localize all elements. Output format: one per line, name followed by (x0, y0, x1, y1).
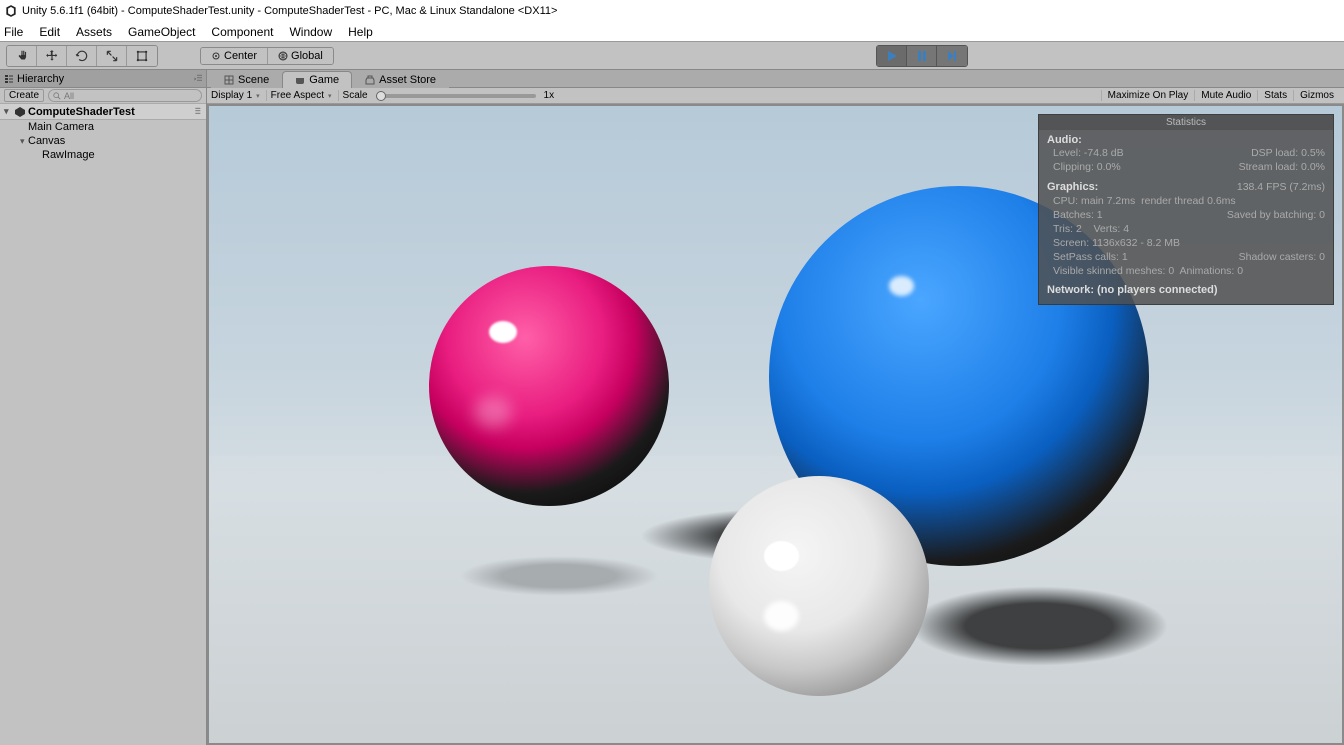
stats-screen: Screen: 1136x632 - 8.2 MB (1053, 236, 1180, 250)
scale-tool[interactable] (97, 46, 127, 66)
hierarchy-toolbar: Create All (0, 88, 206, 104)
stats-network-heading: Network: (no players connected) (1047, 284, 1325, 296)
stats-batches: Batches: 1 (1053, 208, 1103, 222)
view-tabs: Scene Game Asset Store (207, 70, 1344, 88)
create-dropdown[interactable]: Create (4, 89, 44, 102)
main-menubar: File Edit Assets GameObject Component Wi… (0, 22, 1344, 42)
maximize-on-play-toggle[interactable]: Maximize On Play (1101, 90, 1195, 101)
mute-audio-toggle[interactable]: Mute Audio (1194, 90, 1257, 101)
hierarchy-item-main-camera[interactable]: Main Camera (0, 120, 206, 134)
hierarchy-search-input[interactable]: All (48, 89, 202, 102)
stats-toggle[interactable]: Stats (1257, 90, 1293, 101)
gizmos-dropdown[interactable]: Gizmos (1293, 90, 1340, 101)
stats-audio-clipping: Clipping: 0.0% (1053, 160, 1121, 174)
tab-asset-store[interactable]: Asset Store (352, 71, 449, 88)
scale-value: 1x (544, 90, 555, 101)
hierarchy-scene-row[interactable]: ▾ ComputeShaderTest (0, 104, 206, 120)
rect-tool[interactable] (127, 46, 157, 66)
main-toolbar: Center Global (0, 42, 1344, 70)
main-workspace: Hierarchy Create All ▾ ComputeShaderTest… (0, 70, 1344, 745)
pivot-toggle-group: Center Global (200, 47, 334, 65)
display-dropdown[interactable]: Display 1 (211, 90, 267, 101)
scale-label: Scale (343, 90, 368, 101)
unity-scene-icon (15, 107, 25, 117)
menu-gameobject[interactable]: GameObject (128, 25, 195, 39)
game-tab-icon (295, 75, 305, 85)
hand-tool[interactable] (7, 46, 37, 66)
tab-scene[interactable]: Scene (211, 71, 282, 88)
game-viewport: Statistics Audio: Level: -74.8 dB DSP loa… (207, 104, 1344, 745)
foldout-icon[interactable]: ▾ (4, 106, 12, 117)
search-icon (53, 92, 61, 100)
pivot-global-button[interactable]: Global (268, 48, 333, 64)
hierarchy-panel: Hierarchy Create All ▾ ComputeShaderTest… (0, 70, 207, 745)
stats-audio-level: Level: -74.8 dB (1053, 146, 1124, 160)
stats-setpass: SetPass calls: 1 (1053, 250, 1128, 264)
menu-assets[interactable]: Assets (76, 25, 112, 39)
pivot-center-button[interactable]: Center (201, 48, 268, 64)
hierarchy-item-rawimage[interactable]: RawImage (0, 148, 206, 162)
stats-cpu: CPU: main 7.2ms render thread 0.6ms (1053, 194, 1236, 208)
stats-saved-batching: Saved by batching: 0 (1227, 208, 1325, 222)
stats-audio-stream: Stream load: 0.0% (1239, 160, 1325, 174)
step-button[interactable] (937, 46, 967, 66)
play-button[interactable] (877, 46, 907, 66)
stats-audio-dsp: DSP load: 0.5% (1251, 146, 1325, 160)
white-sphere (709, 476, 929, 696)
aspect-dropdown[interactable]: Free Aspect (271, 90, 339, 101)
menu-file[interactable]: File (4, 25, 23, 39)
menu-edit[interactable]: Edit (39, 25, 60, 39)
scene-context-icon[interactable] (192, 107, 202, 117)
window-titlebar: Unity 5.6.1f1 (64bit) - ComputeShaderTes… (0, 0, 1344, 22)
stats-shadow-casters: Shadow casters: 0 (1239, 250, 1325, 264)
menu-component[interactable]: Component (211, 25, 273, 39)
window-title: Unity 5.6.1f1 (64bit) - ComputeShaderTes… (22, 5, 557, 17)
stats-fps: 138.4 FPS (7.2ms) (1237, 180, 1325, 194)
menu-help[interactable]: Help (348, 25, 373, 39)
stats-skinned: Visible skinned meshes: 0 Animations: 0 (1053, 264, 1243, 278)
scene-tab-icon (224, 75, 234, 85)
transform-tool-group (6, 45, 158, 67)
unity-logo-icon (4, 4, 18, 18)
foldout-icon[interactable]: ▾ (20, 136, 28, 147)
rendered-scene: Statistics Audio: Level: -74.8 dB DSP loa… (209, 106, 1342, 743)
stats-tris-verts: Tris: 2 Verts: 4 (1053, 222, 1129, 236)
hierarchy-item-canvas[interactable]: ▾Canvas (0, 134, 206, 148)
playback-controls (876, 45, 968, 67)
pause-button[interactable] (907, 46, 937, 66)
asset-store-tab-icon (365, 75, 375, 85)
menu-window[interactable]: Window (289, 25, 332, 39)
game-view-toolbar: Display 1 Free Aspect Scale 1x Maximize … (207, 88, 1344, 104)
stats-audio-heading: Audio: (1047, 134, 1325, 146)
tab-game[interactable]: Game (282, 71, 352, 88)
pink-sphere (429, 266, 669, 506)
hierarchy-icon (4, 74, 14, 84)
rotate-tool[interactable] (67, 46, 97, 66)
statistics-overlay: Statistics Audio: Level: -74.8 dB DSP loa… (1038, 114, 1334, 305)
center-view-panel: Scene Game Asset Store Display 1 Free As… (207, 70, 1344, 745)
stats-title: Statistics (1039, 115, 1333, 130)
stats-graphics-heading: Graphics: (1047, 180, 1098, 194)
move-tool[interactable] (37, 46, 67, 66)
panel-context-icon[interactable] (192, 74, 202, 84)
scale-slider[interactable] (376, 94, 536, 98)
hierarchy-header[interactable]: Hierarchy (0, 70, 206, 88)
